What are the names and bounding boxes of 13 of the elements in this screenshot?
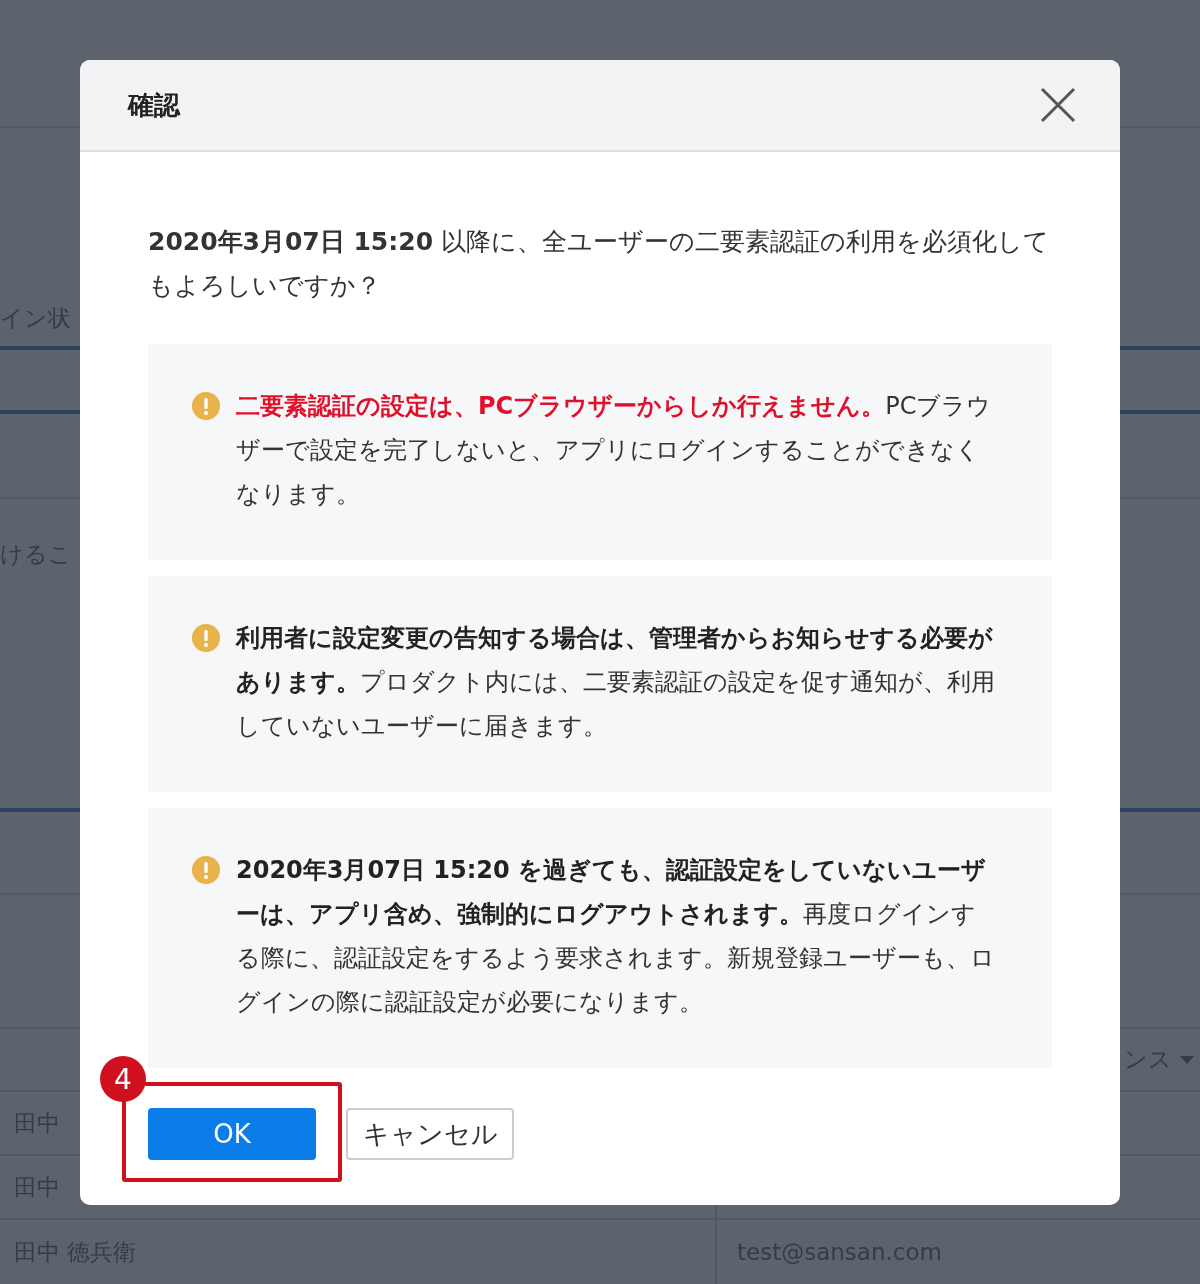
dialog-title: 確認 (128, 88, 180, 122)
ok-button[interactable]: OK (148, 1108, 316, 1160)
warning-icon (192, 392, 220, 420)
confirm-message: 2020年3月07日 15:20 以降に、全ユーザーの二要素認証の利用を必須化してもよろしいですか？ (148, 226, 1050, 302)
notice-text: 二要素認証の設定は、PCブラウザーからしか行えません。PCブラウザーで設定を完了しないと、アプリにログインすることができなくなります。 (236, 391, 993, 510)
cancel-button[interactable]: キャンセル (346, 1108, 514, 1160)
notice-text: 2020年3月07日 15:20 を過ぎても、認証設定をしていないユーザーは、アプリ含め、強制的にログアウトされます。再度ログインする際に、認証設定をするよう要求されます。新規登録ユーザーも、ログインの際に認証設定が必要になります。 (236, 855, 996, 1018)
notice-text: 利用者に設定変更の告知する場合は、管理者からお知らせする必要があります。プロダクト内には、二要素認証の設定を促す通知が、利用していないユーザーに届きます。 (236, 623, 996, 742)
close-button[interactable] (1040, 87, 1076, 123)
caret-icon (1180, 1055, 1194, 1064)
warning-icon (192, 856, 220, 884)
step-badge: 4 (100, 1056, 146, 1102)
warning-icon (192, 624, 220, 652)
